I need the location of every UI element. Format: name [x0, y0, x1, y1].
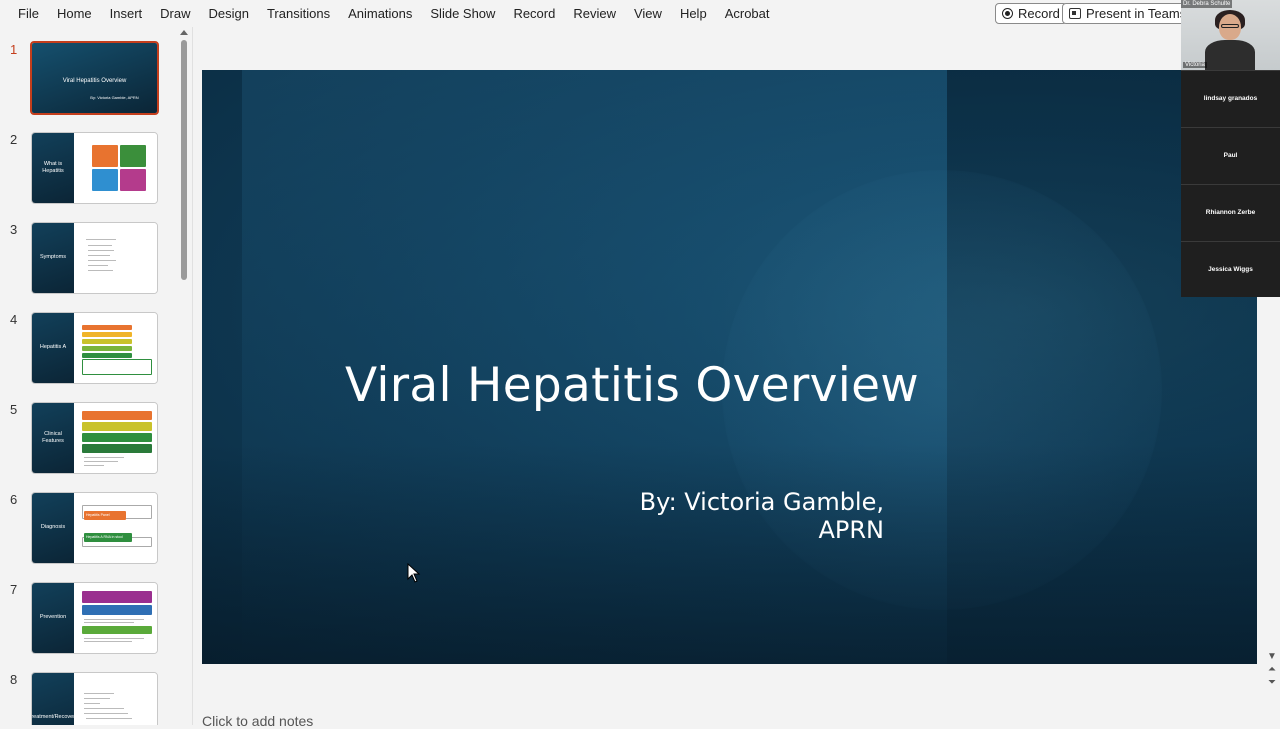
record-icon [1002, 8, 1013, 19]
slide-number: 1 [10, 42, 18, 57]
menu-home[interactable]: Home [48, 0, 101, 27]
slide-number: 3 [10, 222, 18, 237]
participant-tile[interactable]: Jessica Wiggs [1181, 241, 1280, 297]
notes-placeholder[interactable]: Click to add notes [202, 713, 313, 729]
record-button[interactable]: Record [995, 3, 1067, 24]
thumb-title: Symptoms [32, 223, 74, 293]
slide-number: 2 [10, 132, 18, 147]
slide-subtitle[interactable]: By: Victoria Gamble, APRN [582, 488, 884, 544]
thumb-title: Hepatitis A [32, 313, 74, 383]
menu-acrobat[interactable]: Acrobat [716, 0, 779, 27]
slide-thumbnail-2[interactable]: 2 What is Hepatitis [0, 132, 180, 206]
slide-preview: Hepatitis A [31, 312, 158, 384]
previous-slide-icon[interactable]: ⏶ [1266, 663, 1278, 676]
participant-tile[interactable]: Rhiannon Zerbe [1181, 184, 1280, 240]
slide-preview: Clinical Features [31, 402, 158, 474]
present-in-teams-button[interactable]: Present in Teams [1062, 3, 1194, 24]
thumb-title: Prevention [32, 583, 74, 653]
thumbnail-scrollbar[interactable] [181, 40, 187, 280]
menu-slide-show[interactable]: Slide Show [421, 0, 504, 27]
slide-number: 5 [10, 402, 18, 417]
menu-insert[interactable]: Insert [101, 0, 152, 27]
pane-divider[interactable] [192, 27, 193, 725]
slide-preview: Prevention [31, 582, 158, 654]
menu-record[interactable]: Record [504, 0, 564, 27]
slide-title[interactable]: Viral Hepatitis Overview [202, 358, 1062, 413]
menu-design[interactable]: Design [200, 0, 258, 27]
slide-thumbnail-4[interactable]: 4 Hepatitis A [0, 312, 180, 386]
slide-number: 7 [10, 582, 18, 597]
menu-help[interactable]: Help [671, 0, 716, 27]
video-name-label: Victoria [1183, 62, 1207, 68]
thumb-title: Viral Hepatitis Overview [62, 78, 127, 84]
thumb-title: What is Hepatitis [32, 133, 74, 203]
host-name-label: Dr. Debra Schulte [1181, 0, 1233, 8]
thumb-title: Diagnosis [32, 493, 74, 563]
slide-number: 6 [10, 492, 18, 507]
slide-thumbnail-3[interactable]: 3 Symptoms [0, 222, 180, 296]
slide-thumbnail-6[interactable]: 6 Diagnosis Hepatitis Panel Hepatitis A … [0, 492, 180, 566]
next-slide-icon[interactable]: ⏷ [1266, 676, 1278, 689]
thumb-box-label: Hepatitis A RNA in stool [84, 533, 132, 542]
slide-thumbnail-7[interactable]: 7 Prevention [0, 582, 180, 656]
teams-icon [1069, 8, 1081, 19]
slide-nav-buttons: ▼ ⏶ ⏷ [1266, 650, 1278, 689]
slide-preview: What is Hepatitis [31, 132, 158, 204]
participant-video[interactable]: Dr. Debra Schulte Victoria [1181, 0, 1280, 70]
mouse-cursor-icon [407, 563, 421, 583]
participant-tile[interactable]: lindsay granados [1181, 70, 1280, 126]
menu-transitions[interactable]: Transitions [258, 0, 339, 27]
menu-animations[interactable]: Animations [339, 0, 421, 27]
slide-thumbnail-8[interactable]: 8 Treatment/Recovery [0, 672, 180, 725]
record-button-label: Record [1018, 6, 1060, 21]
scroll-up-arrow-icon[interactable] [180, 30, 188, 35]
thumb-subtitle: By: Victoria Gamble, APRN [90, 95, 139, 100]
menu-review[interactable]: Review [564, 0, 625, 27]
participant-tile[interactable]: Paul [1181, 127, 1280, 183]
present-button-label: Present in Teams [1086, 6, 1187, 21]
menu-draw[interactable]: Draw [151, 0, 199, 27]
slide-preview: Treatment/Recovery [31, 672, 158, 725]
menu-view[interactable]: View [625, 0, 671, 27]
slide-canvas[interactable]: Viral Hepatitis Overview By: Victoria Ga… [202, 70, 1257, 664]
thumb-title: Treatment/Recovery [32, 673, 78, 725]
thumb-title: Clinical Features [32, 403, 74, 473]
slide-preview: Viral Hepatitis Overview By: Victoria Ga… [30, 41, 159, 115]
slide-number: 4 [10, 312, 18, 327]
slide-preview: Diagnosis Hepatitis Panel Hepatitis A RN… [31, 492, 158, 564]
menu-file[interactable]: File [0, 0, 48, 27]
slide-thumbnail-pane: 1 Viral Hepatitis Overview By: Victoria … [0, 27, 192, 725]
slide-preview: Symptoms [31, 222, 158, 294]
slide-number: 8 [10, 672, 18, 687]
thumb-box-label: Hepatitis Panel [84, 511, 126, 520]
teams-participant-panel: Dr. Debra Schulte Victoria lindsay grana… [1181, 0, 1280, 297]
slide-thumbnail-5[interactable]: 5 Clinical Features [0, 402, 180, 476]
scroll-down-icon[interactable]: ▼ [1266, 650, 1278, 663]
slide-thumbnail-1[interactable]: 1 Viral Hepatitis Overview By: Victoria … [0, 41, 180, 116]
